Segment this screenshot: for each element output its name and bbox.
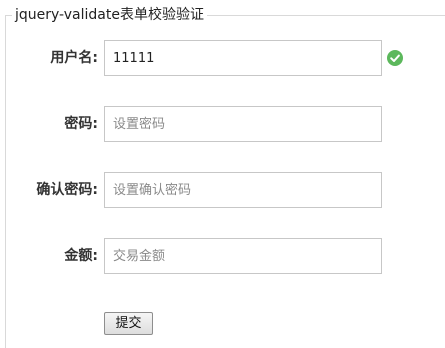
password-input[interactable] xyxy=(104,106,382,142)
form-legend: jquery-validate表单校验验证 xyxy=(12,6,207,24)
amount-input[interactable] xyxy=(104,238,382,274)
check-circle-icon xyxy=(387,50,403,66)
password-label: 密码: xyxy=(64,116,98,132)
username-input[interactable] xyxy=(104,40,382,76)
submit-button[interactable]: 提交 xyxy=(104,312,153,335)
username-row: 用户名: xyxy=(0,40,445,76)
page: jquery-validate表单校验验证 用户名: 密码: 确认密码: 金额:… xyxy=(0,0,445,348)
amount-row: 金额: xyxy=(0,238,445,274)
confirm-password-row: 确认密码: xyxy=(0,172,445,208)
username-label: 用户名: xyxy=(50,50,98,66)
password-row: 密码: xyxy=(0,106,445,142)
confirm-password-label: 确认密码: xyxy=(36,182,98,198)
amount-label: 金额: xyxy=(64,248,98,264)
confirm-password-input[interactable] xyxy=(104,172,382,208)
